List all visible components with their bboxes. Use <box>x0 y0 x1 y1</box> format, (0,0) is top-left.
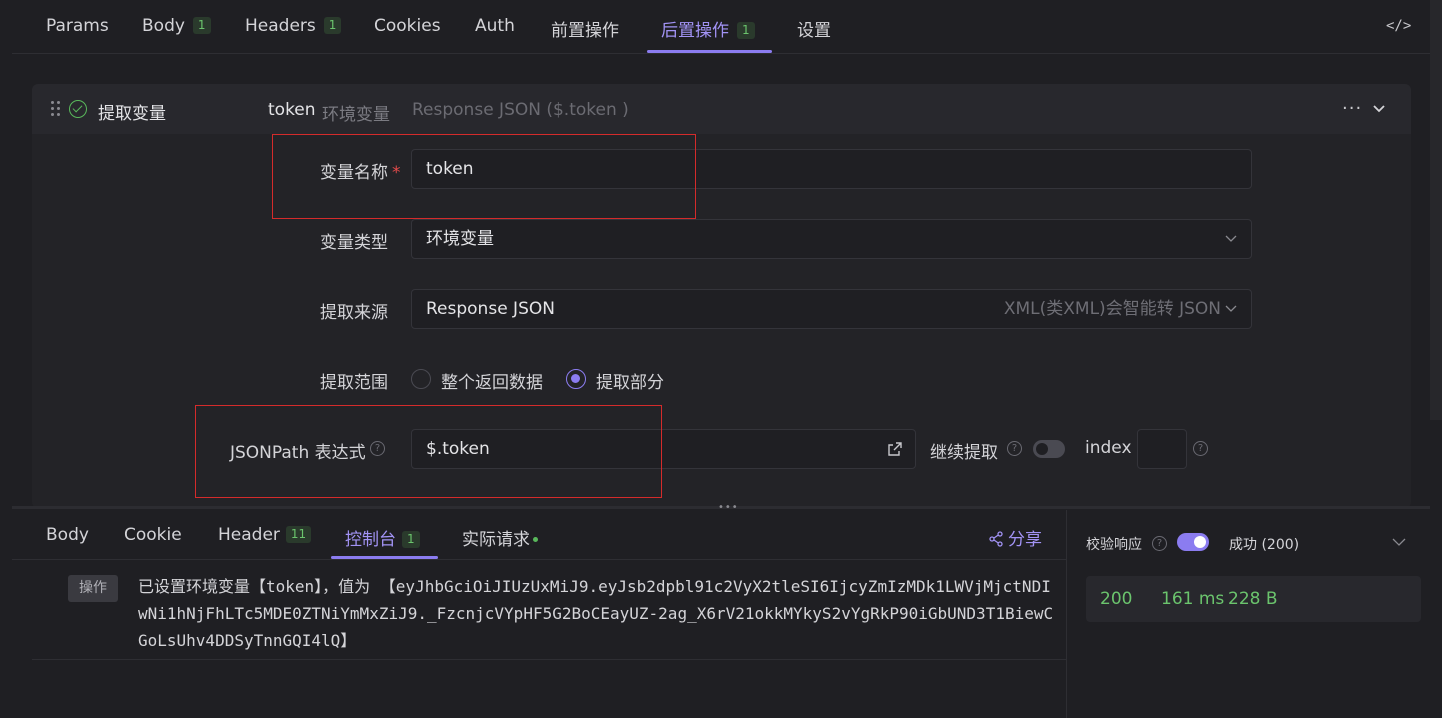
tab-response-cookie[interactable]: Cookie <box>124 525 182 545</box>
help-icon[interactable]: ? <box>1193 441 1208 456</box>
tab-settings[interactable]: 设置 <box>797 16 831 54</box>
verify-status: 成功 (200) <box>1229 537 1300 553</box>
jsonpath-label: JSONPath 表达式 <box>230 443 366 463</box>
help-icon[interactable]: ? <box>1152 536 1167 551</box>
radio-partial[interactable] <box>566 369 586 389</box>
verify-response-label: 校验响应 <box>1086 537 1142 553</box>
tab-label: 后置操作 <box>661 21 729 41</box>
tab-count-badge: 1 <box>192 17 211 34</box>
jsonpath-field[interactable] <box>426 439 901 459</box>
response-metrics: 200 161 ms 228 B <box>1086 576 1421 622</box>
active-tab-indicator <box>331 556 438 559</box>
log-type-badge: 操作 <box>68 575 118 602</box>
drag-handle-icon[interactable] <box>50 100 62 118</box>
status-dot <box>533 537 538 542</box>
more-options-icon[interactable]: ··· <box>1342 98 1362 119</box>
chevron-down-icon <box>1225 305 1237 312</box>
tab-label: Cookie <box>124 525 182 545</box>
extract-source-label: 提取来源 <box>320 303 388 323</box>
tab-label: Params <box>46 16 109 36</box>
tab-auth[interactable]: Auth <box>475 16 515 54</box>
continue-extract-toggle[interactable] <box>1033 440 1065 458</box>
tab-count-badge: 1 <box>402 531 420 548</box>
variable-type-value: 环境变量 <box>426 229 494 249</box>
label-text: 变量名称 <box>320 163 388 183</box>
response-time: 161 ms <box>1161 589 1225 609</box>
response-size: 228 B <box>1228 589 1278 609</box>
variable-type-label: 变量类型 <box>320 233 388 253</box>
tab-actual-request[interactable]: 实际请求 <box>462 525 538 550</box>
tab-label: Headers <box>245 16 316 36</box>
code-icon[interactable]: </> <box>1386 18 1411 40</box>
tab-post-operations[interactable]: 后置操作 1 <box>661 16 755 54</box>
chevron-down-icon[interactable] <box>1372 102 1386 116</box>
tab-response-header[interactable]: Header 11 <box>218 525 312 545</box>
tab-label: Header <box>218 525 280 545</box>
check-circle-icon[interactable] <box>69 100 87 118</box>
continue-extract-label: 继续提取 <box>930 443 998 463</box>
tab-label: 实际请求 <box>462 530 530 550</box>
extract-range-label: 提取范围 <box>320 373 388 393</box>
tab-response-body[interactable]: Body <box>46 525 89 545</box>
extract-variable-card: 提取变量 token 环境变量 Response JSON ($.token )… <box>32 84 1411 508</box>
scrollbar[interactable] <box>1430 0 1442 420</box>
log-message: 已设置环境变量【token】，值为 【eyJhbGciOiJIUzUxMiJ9.… <box>138 577 1054 650</box>
radio-whole-response-label[interactable]: 整个返回数据 <box>441 368 543 393</box>
status-code: 200 <box>1100 589 1133 609</box>
index-field[interactable] <box>1152 439 1172 459</box>
chevron-down-icon <box>1225 235 1237 242</box>
index-input[interactable] <box>1137 429 1187 469</box>
share-icon <box>989 531 1003 547</box>
tab-label: Body <box>142 16 185 36</box>
tab-label: 前置操作 <box>551 21 619 41</box>
extract-variable-header[interactable]: 提取变量 token 环境变量 Response JSON ($.token )… <box>32 84 1411 134</box>
verify-response-toggle[interactable] <box>1177 533 1209 551</box>
summary-extract-source: Response JSON ($.token ) <box>412 100 629 120</box>
extract-source-hint: XML(类XML)会智能转 JSON <box>1003 299 1221 319</box>
required-mark: * <box>392 163 401 183</box>
console-log-entry: 操作 已设置环境变量【token】，值为 【eyJhbGciOiJIUzUxMi… <box>32 565 1066 660</box>
radio-whole-response[interactable] <box>411 369 431 389</box>
tab-body[interactable]: Body 1 <box>142 16 211 54</box>
tab-headers[interactable]: Headers 1 <box>245 16 342 54</box>
tab-console[interactable]: 控制台 1 <box>345 525 420 550</box>
tab-label: 控制台 <box>345 530 396 550</box>
help-icon[interactable]: ? <box>370 441 385 456</box>
variable-name-label: 变量名称 * <box>320 158 401 183</box>
variable-type-select[interactable]: 环境变量 <box>411 219 1252 259</box>
radio-partial-label[interactable]: 提取部分 <box>596 368 664 393</box>
tab-count-badge: 11 <box>285 526 312 543</box>
extract-source-value: Response JSON <box>426 299 555 319</box>
extract-source-select[interactable]: Response JSON XML(类XML)会智能转 JSON <box>411 289 1252 329</box>
summary-variable-type: 环境变量 <box>322 105 390 125</box>
tab-label: Auth <box>475 16 515 36</box>
help-icon[interactable]: ? <box>1007 441 1022 456</box>
tab-params[interactable]: Params <box>46 16 109 54</box>
request-tabs: Params Body 1 Headers 1 Cookies Auth 前置操作 … <box>12 0 1430 54</box>
variable-name-input[interactable] <box>411 149 1252 189</box>
share-button[interactable]: 分享 <box>988 525 1042 550</box>
chevron-down-icon[interactable] <box>1392 536 1406 548</box>
tab-label: Body <box>46 525 89 545</box>
variable-name-field[interactable] <box>426 159 1237 179</box>
extract-variable-title: 提取变量 <box>98 104 166 124</box>
index-label: index <box>1085 438 1132 458</box>
panel-divider <box>1066 510 1067 718</box>
tab-pre-operations[interactable]: 前置操作 <box>551 16 619 54</box>
tab-count-badge: 1 <box>323 17 342 34</box>
tab-label: 设置 <box>797 21 831 41</box>
open-external-icon[interactable] <box>887 441 903 457</box>
tab-label: Cookies <box>374 16 441 36</box>
jsonpath-input[interactable] <box>411 429 916 469</box>
summary-variable-name: token <box>268 100 316 120</box>
tab-cookies[interactable]: Cookies <box>374 16 441 54</box>
tab-count-badge: 1 <box>737 22 755 39</box>
response-tabs: Body Cookie Header 11 控制台 1 实际请求 <box>12 510 1067 560</box>
share-label: 分享 <box>1008 530 1042 550</box>
active-tab-indicator <box>647 50 772 53</box>
